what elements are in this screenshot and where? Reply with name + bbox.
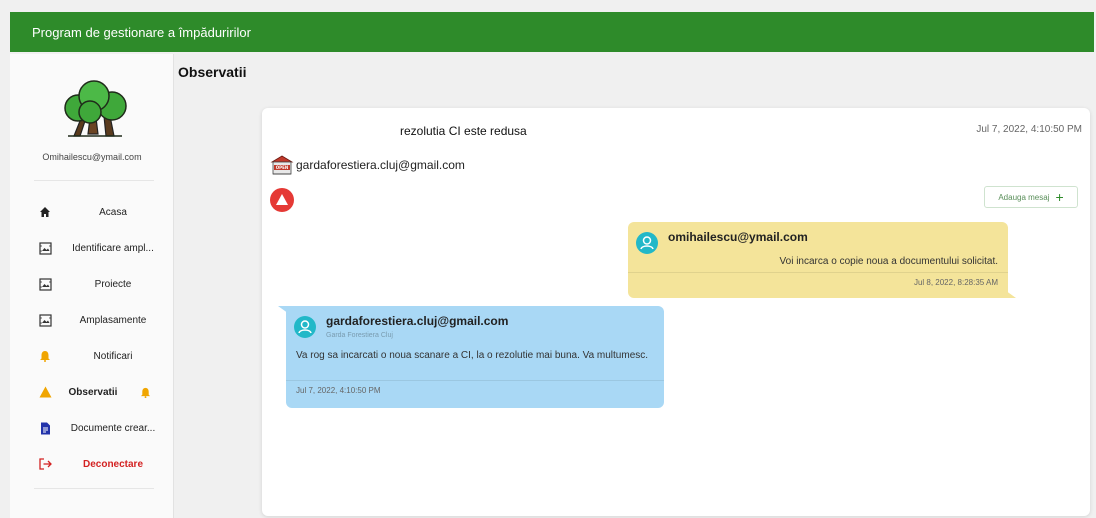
message-text: Va rog sa incarcati o noua scanare a CI,… — [296, 350, 649, 361]
observation-title: rezolutia CI este redusa — [400, 124, 527, 138]
page-title: Observatii — [178, 64, 247, 80]
sidebar-divider — [34, 180, 154, 181]
sidebar-item-label: Notificari — [93, 350, 133, 362]
message-time: Jul 7, 2022, 4:10:50 PM — [296, 386, 381, 395]
image-frame-icon — [38, 313, 52, 327]
logout-icon — [38, 457, 52, 471]
message-author: omihailescu@ymail.com — [668, 230, 808, 244]
sidebar-item-label: Identificare ampl... — [72, 242, 154, 254]
image-frame-icon — [38, 277, 52, 291]
message-author: gardaforestiera.cluj@gmail.com — [326, 314, 509, 328]
sidebar: Omihailescu@ymail.com Acasa Identificare… — [10, 54, 174, 518]
image-frame-icon — [38, 241, 52, 255]
message-bubble: gardaforestiera.cluj@gmail.com Garda For… — [278, 306, 664, 408]
sidebar-item-documente[interactable]: Documente crear... — [10, 410, 174, 446]
user-avatar-icon — [294, 316, 316, 338]
svg-text:OPEN: OPEN — [276, 165, 288, 170]
alert-triangle-icon — [270, 188, 294, 212]
sidebar-item-acasa[interactable]: Acasa — [10, 194, 174, 230]
sidebar-item-deconectare[interactable]: Deconectare — [10, 446, 174, 482]
message-divider — [628, 272, 1008, 273]
app-title: Program de gestionare a împăduririlor — [32, 24, 251, 40]
forestry-office-icon: OPEN — [270, 155, 294, 175]
observation-sender: OPEN gardaforestiera.cluj@gmail.com — [270, 154, 465, 176]
message-divider — [286, 380, 664, 381]
sidebar-item-label: Deconectare — [82, 458, 144, 470]
sidebar-divider — [34, 488, 154, 489]
sidebar-item-label: Documente crear... — [70, 422, 156, 434]
sidebar-item-label: Amplasamente — [79, 314, 147, 326]
sidebar-item-observatii[interactable]: Observatii — [10, 374, 174, 410]
message-text: Voi incarca o copie noua a documentului … — [779, 256, 998, 267]
sidebar-nav: Acasa Identificare ampl... Proiecte Ampl… — [10, 194, 174, 482]
sidebar-item-label: Proiecte — [94, 278, 132, 290]
document-icon — [38, 421, 52, 435]
observation-card: rezolutia CI este redusa Jul 7, 2022, 4:… — [262, 108, 1090, 516]
sidebar-item-label: Observatii — [68, 386, 118, 398]
sidebar-item-label: Acasa — [99, 206, 127, 218]
user-avatar-icon — [636, 232, 658, 254]
add-message-label: Adauga mesaj — [998, 192, 1050, 202]
message-author-subtitle: Garda Forestiera Cluj — [326, 332, 393, 339]
trees-logo-icon — [64, 80, 127, 137]
home-icon — [38, 205, 52, 219]
plus-icon: + — [1055, 189, 1064, 205]
app-bar: Program de gestionare a împăduririlor — [10, 12, 1094, 52]
message-time: Jul 8, 2022, 8:28:35 AM — [913, 278, 998, 287]
bell-icon — [138, 385, 152, 399]
sidebar-item-amplasamente[interactable]: Amplasamente — [10, 302, 174, 338]
bell-icon — [38, 349, 52, 363]
warning-icon — [38, 385, 52, 399]
sender-email: gardaforestiera.cluj@gmail.com — [296, 158, 465, 172]
add-message-button[interactable]: Adauga mesaj + — [984, 186, 1078, 208]
sidebar-item-proiecte[interactable]: Proiecte — [10, 266, 174, 302]
observation-date: Jul 7, 2022, 4:10:50 PM — [976, 124, 1082, 135]
sidebar-item-identificare[interactable]: Identificare ampl... — [10, 230, 174, 266]
message-bubble: omihailescu@ymail.com Voi incarca o copi… — [628, 222, 1016, 298]
user-email: Omihailescu@ymail.com — [42, 152, 142, 162]
sidebar-item-notificari[interactable]: Notificari — [10, 338, 174, 374]
